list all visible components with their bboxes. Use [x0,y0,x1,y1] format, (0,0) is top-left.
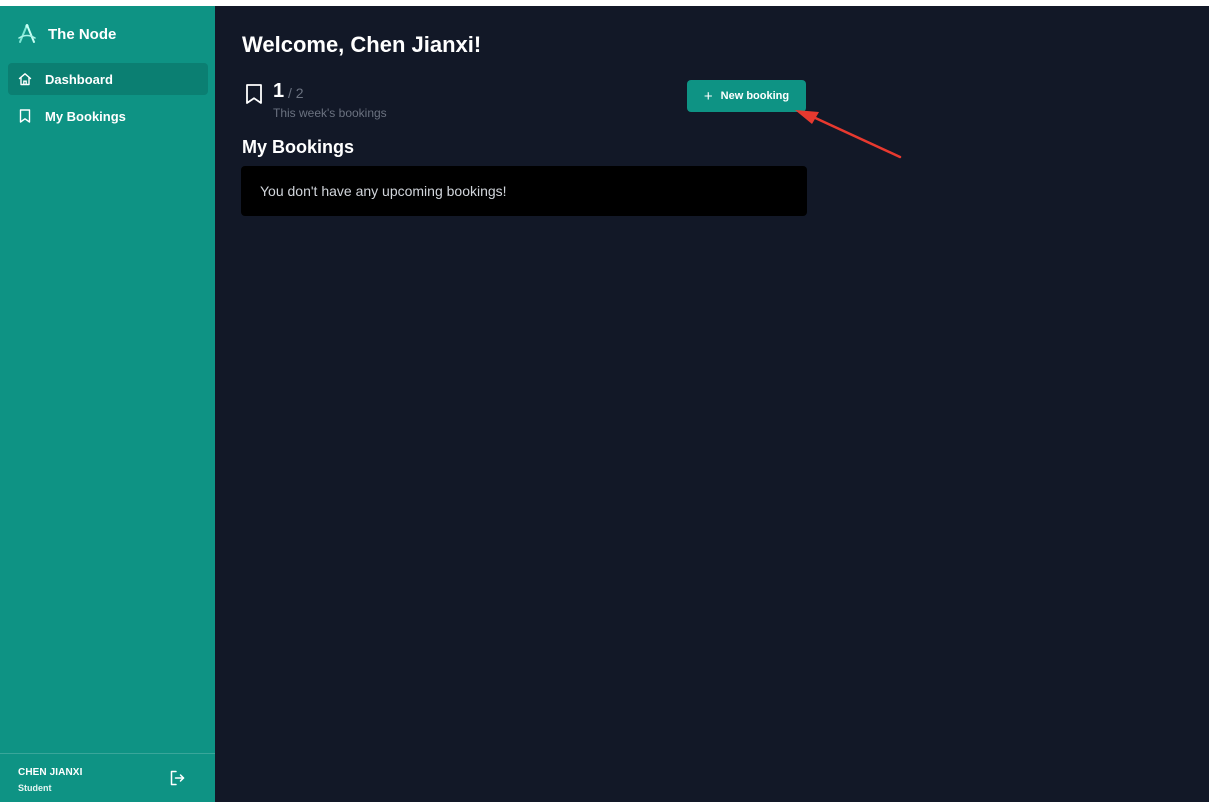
bookmark-icon [244,83,264,105]
page-title: Welcome, Chen Jianxi! [242,32,482,57]
sidebar-item-label: Dashboard [45,71,113,87]
bookmark-icon [17,108,33,124]
booking-count: 1 [273,80,285,102]
main-content: Welcome, Chen Jianxi! 1 / 2 This week's … [215,6,1209,802]
sidebar-item-dashboard[interactable]: Dashboard [8,63,208,95]
sidebar-footer: CHEN JIANXI Student [0,753,215,802]
red-arrow-annotation [795,110,902,159]
new-booking-label: New booking [720,90,790,102]
app-window: The Node Dashboard My Bookings CHEN JIAN… [0,0,1209,802]
brand[interactable]: The Node [16,22,116,46]
brand-name: The Node [48,25,117,43]
sidebar-item-my-bookings[interactable]: My Bookings [8,100,208,132]
user-role: Student [18,783,52,793]
empty-message: You don't have any upcoming bookings! [260,183,507,199]
compass-logo-icon [16,23,38,45]
section-title: My Bookings [242,137,355,157]
user-name: CHEN JIANXI [18,767,83,778]
plus-icon: + [703,87,713,105]
booking-limit: / 2 [288,85,304,101]
sidebar-item-label: My Bookings [45,108,126,124]
sidebar-nav: Dashboard My Bookings [8,63,208,137]
logout-icon[interactable] [168,769,186,787]
home-icon [17,71,33,87]
sidebar: The Node Dashboard My Bookings CHEN JIAN… [0,6,215,802]
empty-bookings-card: You don't have any upcoming bookings! [241,166,807,216]
booking-stat-label: This week's bookings [273,106,387,120]
